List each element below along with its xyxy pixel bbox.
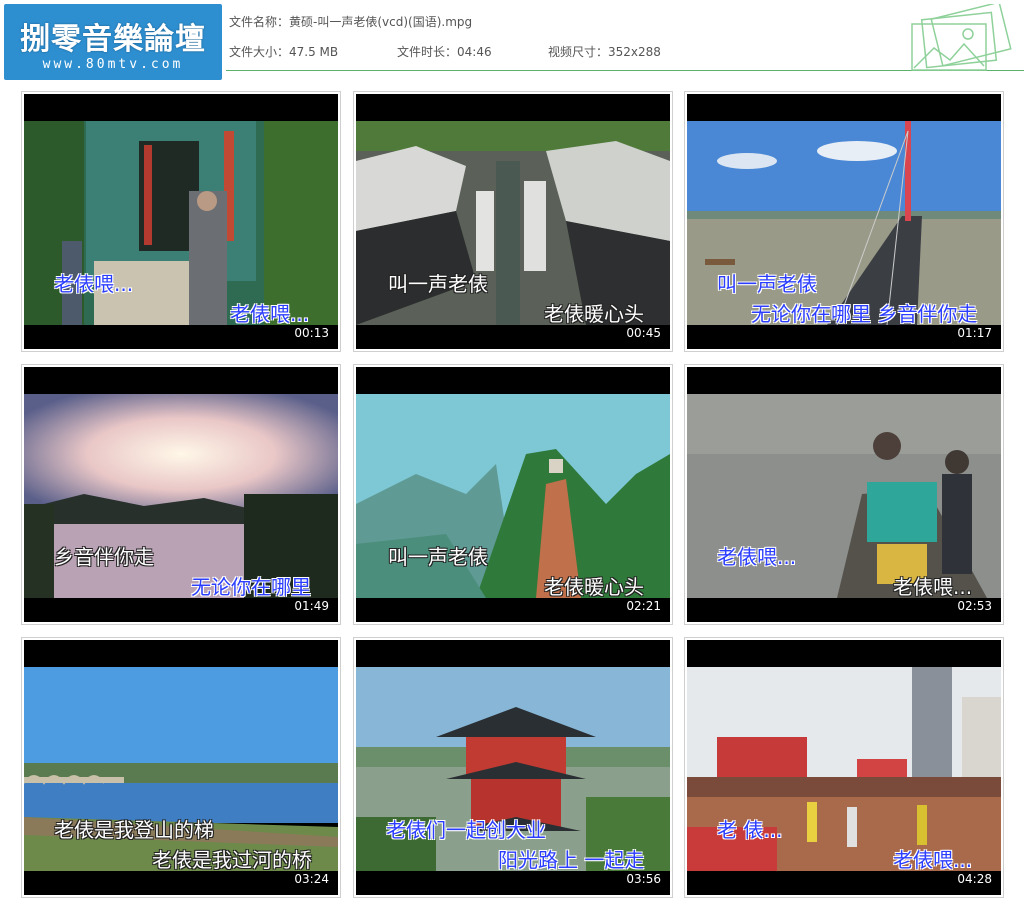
lyric-line-1: 老 俵...	[717, 818, 783, 842]
lyric-line-1: 老俵喂...	[54, 272, 134, 296]
lyric-line-2: 阳光路上 一起走	[498, 848, 645, 872]
file-size-value: 47.5 MB	[289, 45, 339, 59]
thumbnail-4[interactable]: 乡音伴你走 无论你在哪里 01:49	[21, 364, 341, 625]
file-name-label: 文件名称：	[229, 15, 290, 29]
file-info-header: 捌零音樂論壇 www.80mtv.com 文件名称：黄硕-叫一声老俵(vcd)(…	[0, 0, 1024, 84]
file-name-field: 文件名称：黄硕-叫一声老俵(vcd)(国语).mpg	[229, 13, 472, 30]
video-frame: 老俵喂... 老俵喂... 02:53	[687, 367, 1001, 622]
file-duration-field: 文件时长：04:46	[397, 43, 492, 60]
timestamp: 01:49	[294, 599, 329, 613]
lyric-line-2: 老俵暖心头	[544, 575, 644, 599]
thumbnail-2[interactable]: 叫一声老俵 老俵暖心头 00:45	[353, 91, 673, 352]
lyric-line-1: 叫一声老俵	[388, 272, 488, 296]
picture-frames-icon	[911, 4, 1012, 71]
video-frame: 乡音伴你走 无论你在哪里 01:49	[24, 367, 338, 622]
video-frame: 老俵是我登山的梯 老俵是我过河的桥 03:24	[24, 640, 338, 895]
lyric-line-2: 老俵暖心头	[544, 302, 644, 326]
file-size-field: 文件大小：47.5 MB	[229, 43, 338, 60]
timestamp: 01:17	[957, 326, 992, 340]
video-frame: 老俵喂... 老俵喂... 00:13	[24, 94, 338, 349]
thumbnail-7[interactable]: 老俵是我登山的梯 老俵是我过河的桥 03:24	[21, 637, 341, 898]
lyric-line-1: 老俵是我登山的梯	[54, 818, 214, 842]
timestamp: 03:24	[294, 872, 329, 886]
logo-url: www.80mtv.com	[42, 57, 184, 72]
timestamp: 02:53	[957, 599, 992, 613]
timestamp: 00:13	[294, 326, 329, 340]
lyric-line-1: 乡音伴你走	[54, 545, 154, 569]
timestamp: 02:21	[626, 599, 661, 613]
file-duration-label: 文件时长：	[397, 45, 458, 59]
lyric-line-2: 老俵喂...	[893, 848, 973, 872]
file-size-label: 文件大小：	[229, 45, 290, 59]
video-frame: 老俵们一起创大业 阳光路上 一起走 03:56	[356, 640, 670, 895]
site-logo[interactable]: 捌零音樂論壇 www.80mtv.com	[4, 4, 222, 80]
thumbnail-3[interactable]: 叫一声老俵 无论你在哪里 乡音伴你走 01:17	[684, 91, 1004, 352]
lyric-line-2: 老俵是我过河的桥	[152, 848, 312, 872]
lyric-line-2: 无论你在哪里	[191, 575, 311, 599]
lyric-line-2: 老俵喂...	[893, 575, 973, 599]
video-frame: 叫一声老俵 老俵暖心头 02:21	[356, 367, 670, 622]
video-dimensions-label: 视频尺寸：	[548, 45, 609, 59]
video-frame: 叫一声老俵 老俵暖心头 00:45	[356, 94, 670, 349]
timestamp: 00:45	[626, 326, 661, 340]
lyric-line-2: 无论你在哪里 乡音伴你走	[751, 302, 978, 326]
lyric-line-1: 叫一声老俵	[717, 272, 817, 296]
video-frame: 老 俵... 老俵喂... 04:28	[687, 640, 1001, 895]
thumbnail-6[interactable]: 老俵喂... 老俵喂... 02:53	[684, 364, 1004, 625]
timestamp: 03:56	[626, 872, 661, 886]
file-name-value: 黄硕-叫一声老俵(vcd)(国语).mpg	[289, 15, 473, 29]
timestamp: 04:28	[957, 872, 992, 886]
thumbnail-9[interactable]: 老 俵... 老俵喂... 04:28	[684, 637, 1004, 898]
video-dimensions-value: 352x288	[608, 45, 661, 59]
video-dimensions-field: 视频尺寸：352x288	[548, 43, 661, 60]
header-divider	[226, 70, 1024, 71]
video-frame: 叫一声老俵 无论你在哪里 乡音伴你走 01:17	[687, 94, 1001, 349]
logo-title: 捌零音樂論壇	[20, 22, 206, 57]
thumbnail-5[interactable]: 叫一声老俵 老俵暖心头 02:21	[353, 364, 673, 625]
thumbnail-8[interactable]: 老俵们一起创大业 阳光路上 一起走 03:56	[353, 637, 673, 898]
thumbnail-1[interactable]: 老俵喂... 老俵喂... 00:13	[21, 91, 341, 352]
lyric-line-1: 老俵们一起创大业	[386, 818, 546, 842]
file-duration-value: 04:46	[457, 45, 492, 59]
lyric-line-1: 老俵喂...	[717, 545, 797, 569]
lyric-line-1: 叫一声老俵	[388, 545, 488, 569]
lyric-line-2: 老俵喂...	[230, 302, 310, 326]
